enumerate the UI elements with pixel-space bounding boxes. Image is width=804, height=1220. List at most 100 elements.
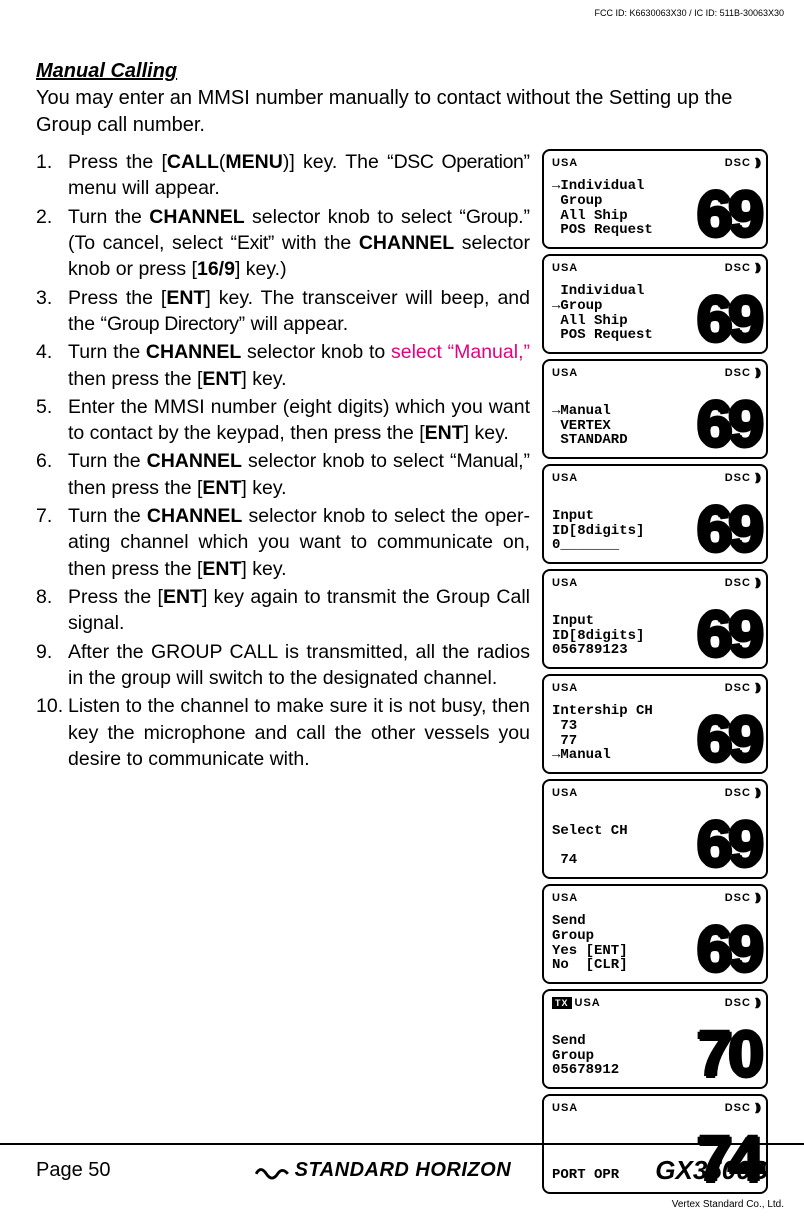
t: ” will appear.	[239, 313, 348, 335]
knob-channel: CHANNEL	[146, 341, 241, 363]
lcd-usa-label: USA	[552, 682, 578, 694]
lcd-header: USA DSC ⦆⦆⦆	[544, 1096, 766, 1115]
t: Turn the	[68, 505, 147, 527]
step-4: Turn the CHANNEL selector knob to select…	[36, 339, 530, 392]
lcd-dsc-label: DSC	[725, 787, 751, 799]
t: then press the [	[68, 368, 202, 390]
signal-icon: ⦆⦆⦆	[755, 470, 758, 484]
t: selector knob to select “	[242, 450, 457, 472]
lcd-text: Individual →Group All Ship POS Request	[544, 284, 697, 347]
lcd-text: Send Group 05678912	[544, 1034, 697, 1082]
menu-group-directory: Group Directory	[107, 313, 239, 335]
opt-manual: Manual	[457, 450, 519, 472]
opt-exit: Exit	[237, 232, 268, 254]
t: selector knob to	[241, 341, 391, 363]
steps-list: Press the [CALL(MENU)] key. The “DSC Ope…	[36, 149, 530, 772]
page-number: Page 50	[36, 1159, 111, 1182]
signal-icon: ⦆⦆⦆	[755, 890, 758, 904]
key-call: CALL	[167, 151, 219, 173]
step-3: Press the [ENT] key. The transceiver wil…	[36, 285, 530, 338]
tx-indicator: TX	[552, 997, 572, 1009]
signal-icon: ⦆⦆⦆	[755, 995, 758, 1009]
t: Listen to the channel to make sure it is…	[68, 695, 530, 770]
t: selector knob to select “	[245, 206, 466, 228]
lcd-header: USA DSC ⦆⦆⦆	[544, 361, 766, 380]
t: Press the [	[68, 586, 163, 608]
step-6: Turn the CHANNEL selector knob to select…	[36, 448, 530, 501]
key-ent: ENT	[166, 287, 205, 309]
lcd-text: Input ID[8digits] 056789123	[544, 614, 697, 662]
key-ent: ENT	[202, 477, 241, 499]
menu-dsc-operation: DSC Operation	[394, 151, 524, 173]
lcd-text: Select CH 74	[544, 824, 697, 872]
step-1: Press the [CALL(MENU)] key. The “DSC Ope…	[36, 149, 530, 202]
highlight-select-manual: select “Manual,”	[391, 341, 530, 363]
lcd-usa-label: USA	[552, 262, 578, 274]
t: Turn the	[68, 341, 146, 363]
lcd-header: USA DSC ⦆⦆⦆	[544, 466, 766, 485]
lcd-channel-number: 69	[697, 504, 766, 557]
lcd-screen-9: TXUSA DSC ⦆⦆⦆ Send Group 05678912 70	[542, 989, 768, 1089]
signal-icon: ⦆⦆⦆	[755, 155, 758, 169]
lcd-channel-number: 69	[697, 294, 766, 347]
t: ] key.	[241, 558, 286, 580]
intro-paragraph: You may enter an MMSI number manually to…	[36, 85, 768, 139]
knob-channel: CHANNEL	[359, 232, 454, 254]
model-number: GX3500S	[655, 1155, 768, 1186]
step-5: Enter the MMSI number (eight digits) whi…	[36, 394, 530, 447]
lcd-usa-label: USA	[552, 787, 578, 799]
lcd-header: USA DSC ⦆⦆⦆	[544, 676, 766, 695]
lcd-dsc-label: DSC	[725, 472, 751, 484]
lcd-text: →Manual VERTEX STANDARD	[544, 404, 697, 452]
knob-channel: CHANNEL	[149, 206, 244, 228]
lcd-channel-number: 69	[697, 609, 766, 662]
t: ] key.)	[235, 258, 287, 280]
opt-group: Group	[466, 206, 518, 228]
t: Press the [	[68, 151, 167, 173]
lcd-channel-number: 69	[697, 819, 766, 872]
lcd-header: TXUSA DSC ⦆⦆⦆	[544, 991, 766, 1010]
copyright-label: Vertex Standard Co., Ltd.	[672, 1199, 784, 1210]
step-8: Press the [ENT] key again to transmit th…	[36, 584, 530, 637]
lcd-text: Input ID[8digits] 0_______	[544, 509, 697, 557]
lcd-dsc-label: DSC	[725, 682, 751, 694]
section-title: Manual Calling	[36, 60, 768, 83]
t: ” with the	[268, 232, 359, 254]
lcd-text: Send Group Yes [ENT] No [CLR]	[544, 914, 697, 977]
key-ent: ENT	[425, 422, 464, 444]
lcd-channel-number: 70	[697, 1029, 766, 1082]
lcd-screen-8: USA DSC ⦆⦆⦆ Send Group Yes [ENT] No [CLR…	[542, 884, 768, 984]
lcd-dsc-label: DSC	[725, 1102, 751, 1114]
step-10: Listen to the channel to make sure it is…	[36, 693, 530, 772]
t: ] key.	[241, 368, 286, 390]
lcd-header: USA DSC ⦆⦆⦆	[544, 151, 766, 170]
lcd-screen-5: USA DSC ⦆⦆⦆ Input ID[8digits] 056789123 …	[542, 569, 768, 669]
wave-logo-icon	[255, 1161, 289, 1181]
steps-column: Press the [CALL(MENU)] key. The “DSC Ope…	[36, 149, 542, 1199]
lcd-header: USA DSC ⦆⦆⦆	[544, 256, 766, 275]
lcd-dsc-label: DSC	[725, 367, 751, 379]
t: Turn the	[68, 206, 149, 228]
t: ] key.	[464, 422, 509, 444]
lcd-text: Intership CH 73 77 →Manual	[544, 704, 697, 767]
lcd-channel-number: 69	[697, 924, 766, 977]
t: Turn the	[68, 450, 147, 472]
lcd-usa-label: USA	[552, 1102, 578, 1114]
lcd-usa-label: USA	[552, 892, 578, 904]
content-row: Press the [CALL(MENU)] key. The “DSC Ope…	[36, 149, 768, 1199]
signal-icon: ⦆⦆⦆	[755, 1100, 758, 1114]
lcd-dsc-label: DSC	[725, 157, 751, 169]
lcd-column: USA DSC ⦆⦆⦆ →Individual Group All Ship P…	[542, 149, 768, 1199]
page-footer: Page 50 STANDARD HORIZON GX3500S	[0, 1143, 804, 1186]
key-menu: MENU	[225, 151, 282, 173]
knob-channel: CHANNEL	[147, 450, 242, 472]
lcd-screen-7: USA DSC ⦆⦆⦆ Select CH 74 69	[542, 779, 768, 879]
lcd-dsc-label: DSC	[725, 577, 751, 589]
brand-name: STANDARD HORIZON	[295, 1159, 512, 1182]
step-9: After the GROUP CALL is transmitted, all…	[36, 639, 530, 692]
lcd-screen-2: USA DSC ⦆⦆⦆ Individual →Group All Ship P…	[542, 254, 768, 354]
lcd-dsc-label: DSC	[725, 892, 751, 904]
t: Press the [	[68, 287, 166, 309]
t: After the GROUP CALL is transmitted, all…	[68, 641, 530, 689]
knob-channel: CHANNEL	[147, 505, 242, 527]
